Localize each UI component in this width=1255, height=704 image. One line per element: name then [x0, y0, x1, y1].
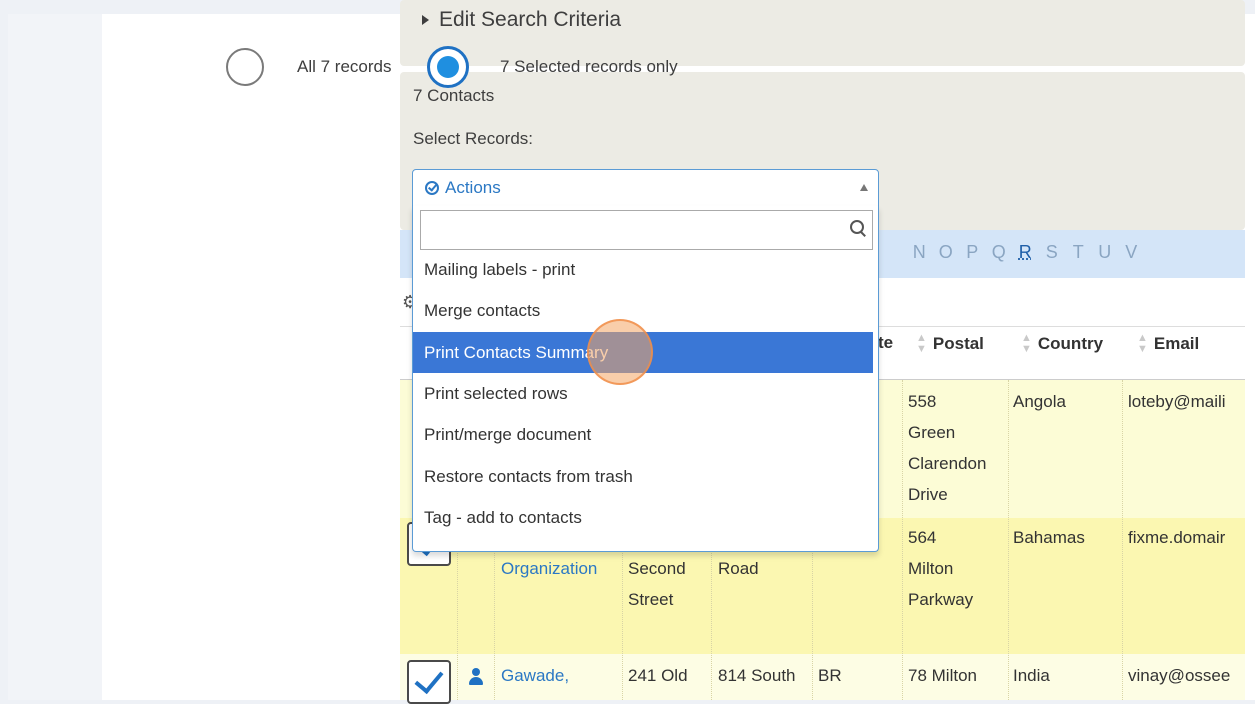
- radio-selected-records-label: 7 Selected records only: [500, 57, 678, 76]
- search-icon: [850, 220, 866, 237]
- alphabet-letter-q[interactable]: Q: [986, 242, 1013, 263]
- cell-email: fixme.domair: [1128, 528, 1226, 547]
- cell-postal: 564 Milton Parkway: [908, 528, 974, 609]
- alphabet-letter-n[interactable]: N: [906, 242, 933, 263]
- action-menu-item[interactable]: Restore contacts from trash: [413, 456, 873, 497]
- column-divider: [1008, 380, 1009, 700]
- action-menu-item[interactable]: Print selected rows: [413, 373, 873, 414]
- edit-search-criteria-toggle[interactable]: Edit Search Criteria: [422, 8, 621, 32]
- alphabet-letter-p[interactable]: P: [959, 242, 986, 263]
- row-checkbox[interactable]: [407, 660, 451, 704]
- actions-select-label: Actions: [425, 178, 501, 198]
- action-menu-item[interactable]: Mailing labels - print: [413, 249, 873, 290]
- actions-label-text: Actions: [445, 178, 501, 197]
- cell-street: Second Street: [628, 559, 686, 609]
- cell-country: Angola: [1013, 392, 1066, 411]
- header-state-label: te: [878, 333, 894, 352]
- select-records-label: Select Records:: [413, 129, 533, 148]
- criteria-title: Edit Search Criteria: [439, 8, 622, 31]
- cell-city: 814 South: [718, 666, 796, 685]
- actions-select[interactable]: Actions: [412, 169, 879, 207]
- cell-country: India: [1013, 666, 1050, 685]
- person-icon: [469, 668, 483, 686]
- cell-country: Bahamas: [1013, 528, 1085, 547]
- sort-icon: ▲ ▼: [916, 332, 927, 355]
- alphabet-letter-o[interactable]: O: [933, 242, 960, 263]
- caret-up-icon: [860, 184, 868, 191]
- alphabet-letter-u[interactable]: U: [1092, 242, 1119, 263]
- contacts-count: 7 Contacts: [413, 86, 495, 105]
- cell-email: loteby@maili: [1128, 392, 1226, 411]
- radio-all-records[interactable]: [226, 48, 264, 86]
- cell-street: 241 Old: [628, 666, 688, 685]
- alphabet-letter-r[interactable]: R: [1012, 242, 1039, 263]
- check-circle-icon: [425, 181, 439, 195]
- header-postal[interactable]: ▲ ▼ Postal: [916, 333, 984, 355]
- header-postal-label: Postal: [932, 334, 984, 353]
- alphabet-letter-t[interactable]: T: [1065, 242, 1092, 263]
- header-email-label: Email: [1153, 334, 1200, 353]
- left-margin: [8, 14, 102, 700]
- column-divider: [902, 380, 903, 700]
- header-country[interactable]: ▲ ▼ Country: [1021, 333, 1103, 355]
- cell-email: vinay@ossee: [1128, 666, 1231, 685]
- expand-triangle-icon: [422, 15, 429, 25]
- actions-search-input[interactable]: [420, 210, 873, 250]
- alphabet-letters: NOPQRSTUV: [906, 242, 1145, 263]
- actions-dropdown: Mailing labels - print Merge contacts Prin…: [412, 206, 879, 552]
- action-menu-item[interactable]: Merge contacts: [413, 290, 873, 331]
- cell-city: Road: [718, 559, 759, 578]
- click-indicator: [587, 319, 653, 385]
- cell-postal: 78 Milton: [908, 666, 977, 685]
- column-divider: [1122, 380, 1123, 700]
- radio-selected-dot: [437, 56, 459, 78]
- radio-all-records-label: All 7 records: [297, 57, 392, 76]
- radio-selected-records[interactable]: [427, 46, 469, 88]
- checkmark-icon: [414, 663, 444, 695]
- cell-contact-name[interactable]: Gawade,: [501, 660, 569, 691]
- header-country-label: Country: [1037, 334, 1104, 353]
- header-state[interactable]: te: [878, 333, 893, 353]
- sort-icon: ▲ ▼: [1021, 332, 1032, 355]
- alphabet-letter-s[interactable]: S: [1039, 242, 1066, 263]
- sort-icon: ▲ ▼: [1137, 332, 1148, 355]
- cell-state: BR: [818, 666, 842, 685]
- action-menu-item[interactable]: Tag - add to contacts: [413, 497, 873, 538]
- cell-contact-name[interactable]: Organization: [501, 553, 597, 584]
- alphabet-letter-v[interactable]: V: [1118, 242, 1145, 263]
- action-menu-item[interactable]: Print/merge document: [413, 414, 873, 455]
- cell-postal: 558 Green Clarendon Drive: [908, 392, 987, 504]
- header-email[interactable]: ▲ ▼ Email: [1137, 333, 1199, 355]
